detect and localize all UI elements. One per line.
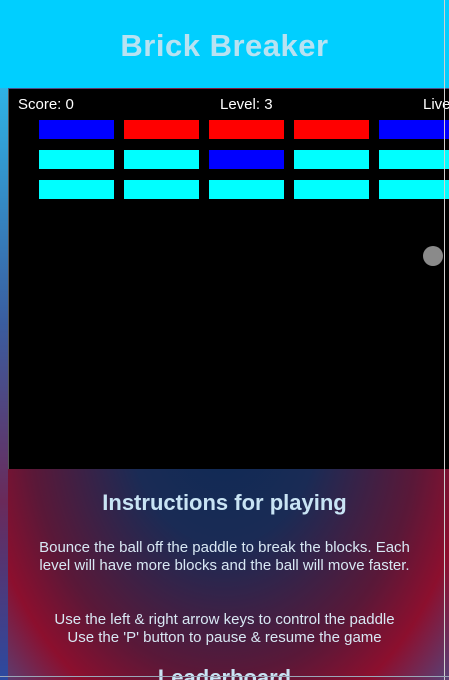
game-canvas[interactable]: Score: 0 Level: 3 Lives xyxy=(8,89,449,469)
controls-paragraph: Use the left & right arrow keys to contr… xyxy=(24,611,425,647)
brick-red xyxy=(209,120,284,139)
instructions-section: Instructions for playing Bounce the ball… xyxy=(0,490,449,646)
left-edge-glow xyxy=(0,85,8,680)
brick-cyan xyxy=(39,150,114,169)
instructions-paragraph: Bounce the ball off the paddle to break … xyxy=(39,539,410,574)
brick-cyan xyxy=(209,180,284,199)
ball xyxy=(423,246,443,266)
level-display: Level: 3 xyxy=(220,96,273,113)
brick-cyan xyxy=(294,180,369,199)
brick-cyan xyxy=(124,150,199,169)
brick-cyan xyxy=(124,180,199,199)
brick-cyan xyxy=(39,180,114,199)
brick-red xyxy=(124,120,199,139)
brick-red xyxy=(294,120,369,139)
lives-display: Lives xyxy=(423,96,449,113)
leaderboard-heading: Leaderboard xyxy=(157,665,292,680)
brick-cyan xyxy=(294,150,369,169)
score-display: Score: 0 xyxy=(18,96,74,113)
scrollbar-divider xyxy=(444,0,445,680)
bottom-divider xyxy=(0,676,449,677)
controls-line-arrows: Use the left & right arrow keys to contr… xyxy=(54,611,395,628)
brick-blue xyxy=(39,120,114,139)
brick-blue xyxy=(379,120,449,139)
brick-cyan xyxy=(379,180,449,199)
controls-line-pause: Use the 'P' button to pause & resume the… xyxy=(67,629,382,646)
instructions-heading: Instructions for playing xyxy=(102,490,347,515)
brick-blue xyxy=(209,150,284,169)
brick-cyan xyxy=(379,150,449,169)
header-bar: Brick Breaker xyxy=(0,0,449,88)
page-title: Brick Breaker xyxy=(120,28,329,63)
